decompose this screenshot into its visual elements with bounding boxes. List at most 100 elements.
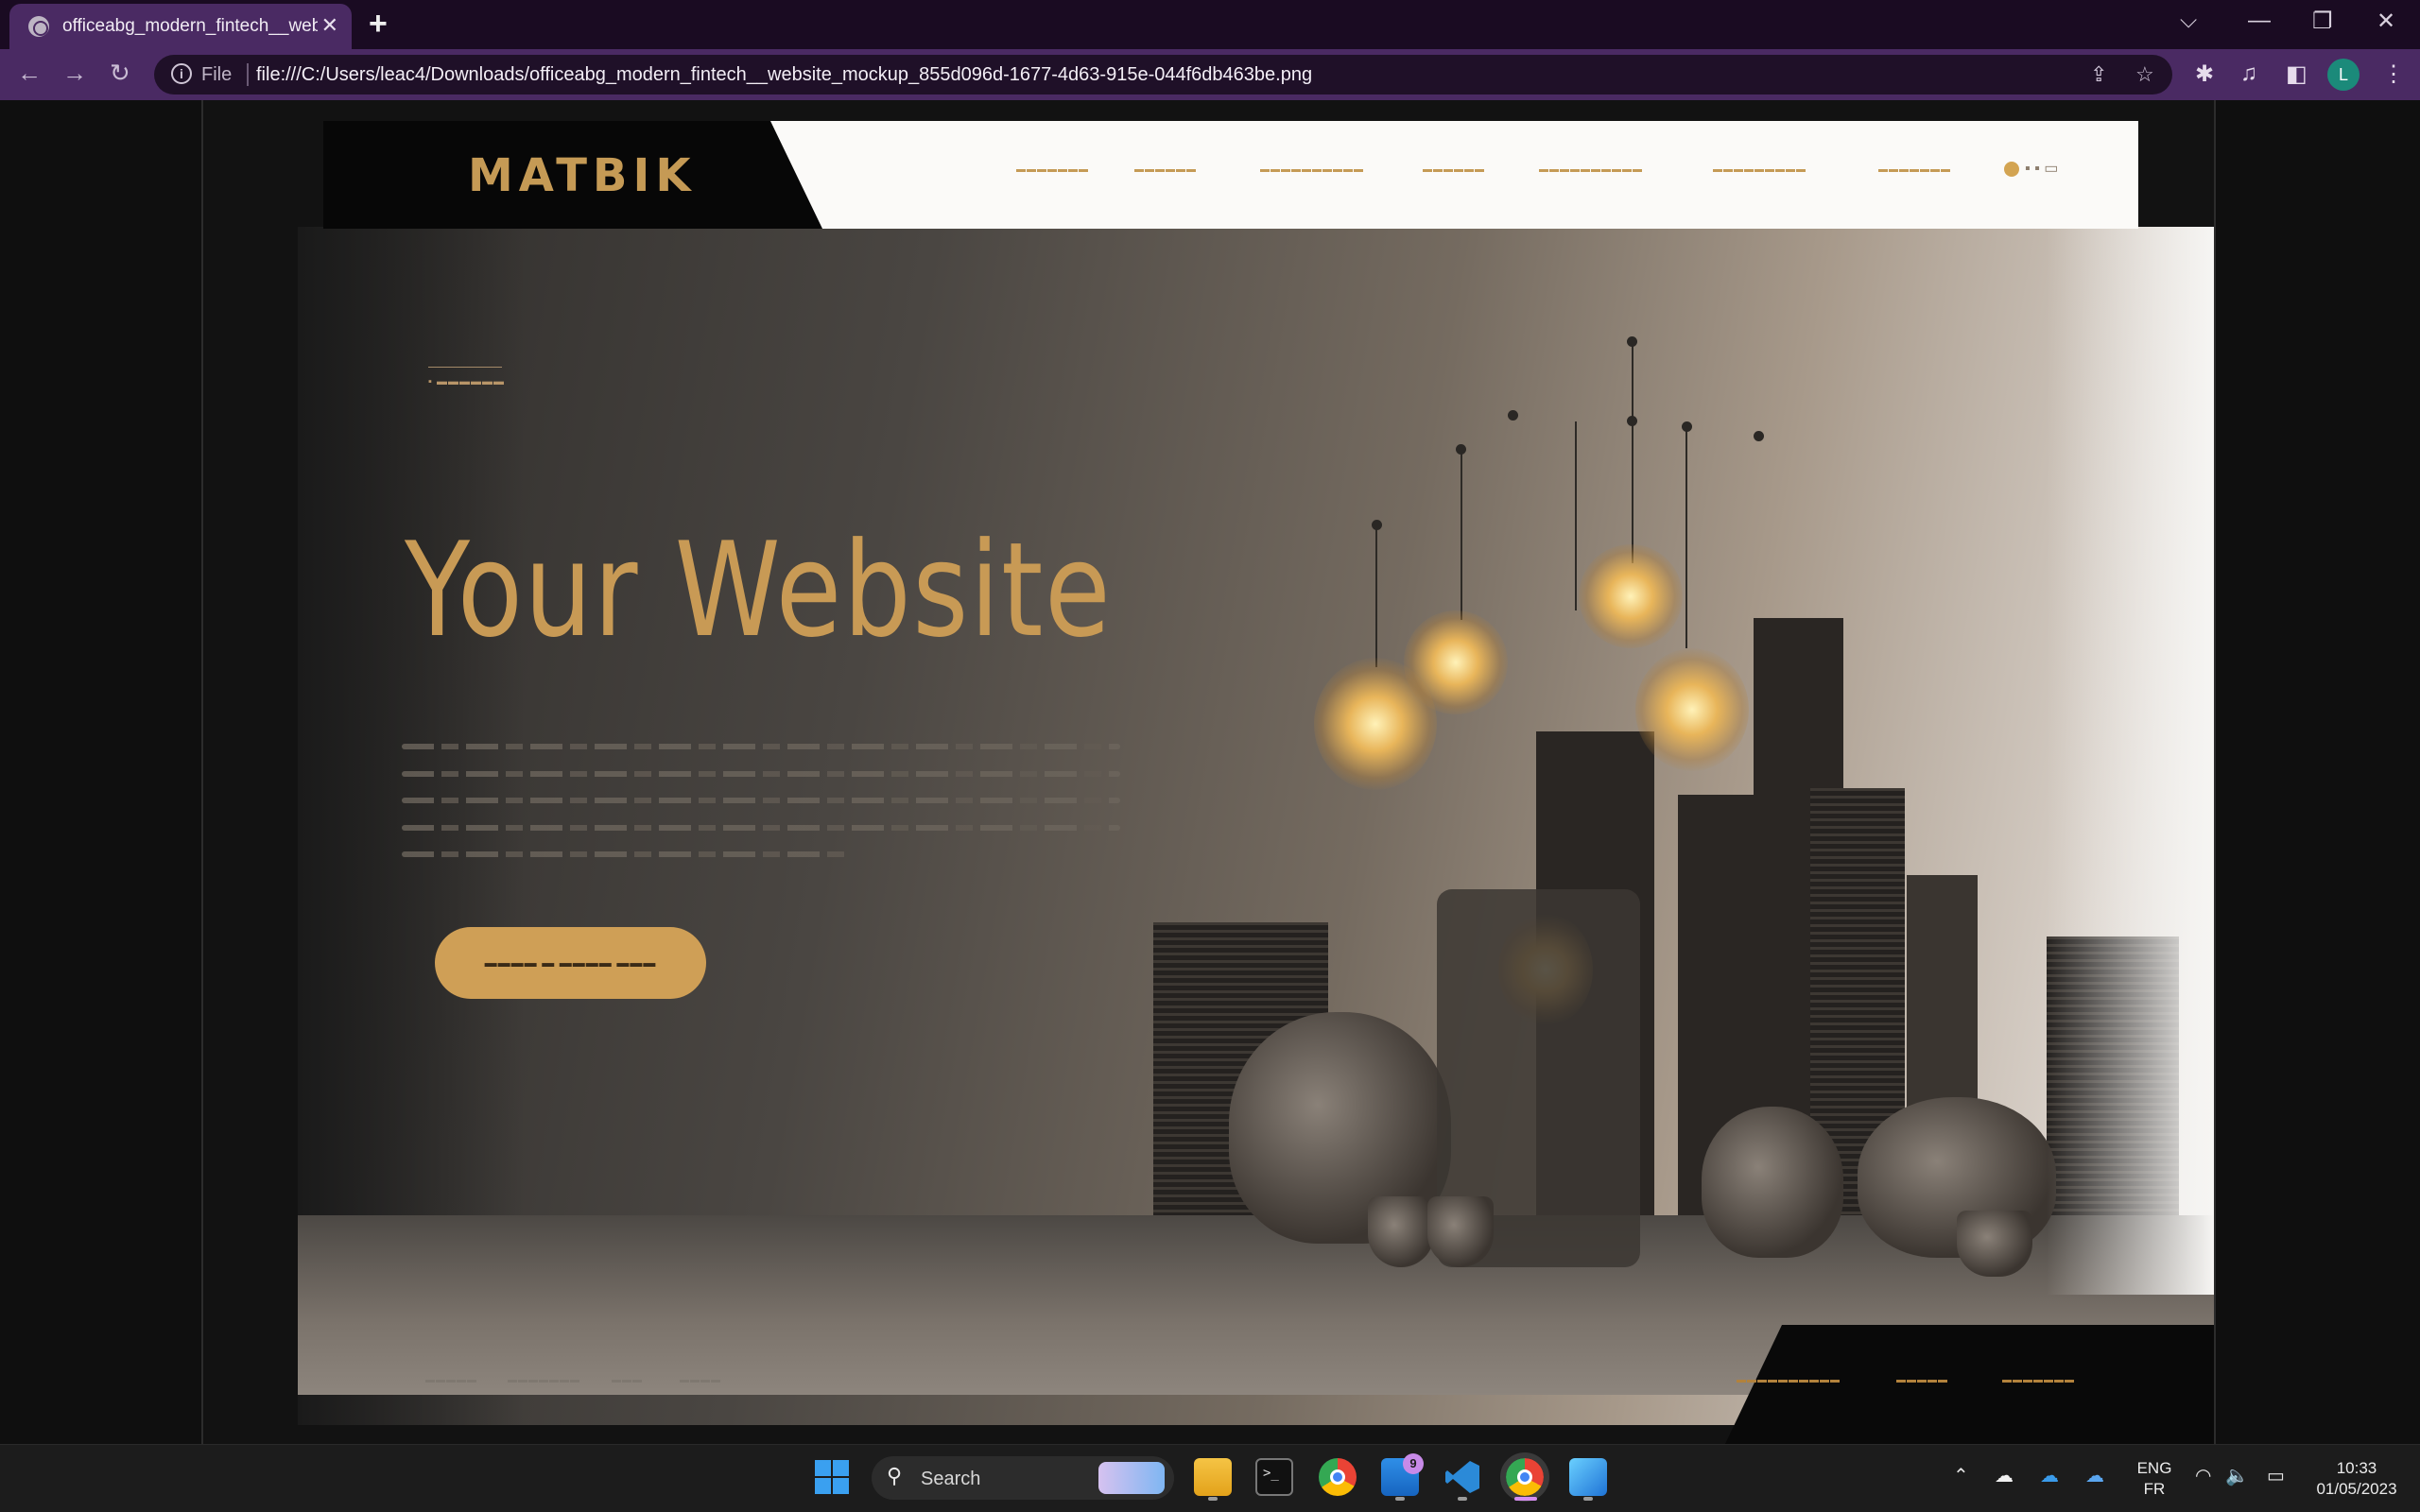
mockup-footer-link: ▬▬▬: [612, 1375, 643, 1385]
scheme-label: File: [201, 64, 233, 85]
lamp-node: [1456, 444, 1466, 455]
plant-pot: [1368, 1196, 1434, 1267]
taskbar-search-box[interactable]: ⚲ Search: [872, 1456, 1174, 1500]
close-window-button[interactable]: ✕: [2377, 8, 2395, 35]
mockup-footer-link: ▬▬▬▬: [680, 1375, 721, 1385]
chrome-profile-icon[interactable]: [1500, 1452, 1549, 1502]
mockup-nav-item: ▬▬▬▬▬▬▬▬▬: [1713, 164, 1806, 175]
lamp-node: [1754, 431, 1764, 441]
wifi-icon[interactable]: ◠: [2195, 1464, 2211, 1487]
mockup-nav-item: ▬▬▬▬▬▬: [1134, 164, 1197, 175]
mockup-footer-link: ▬▬▬▬▬▬▬: [2002, 1375, 2075, 1385]
mail-badge: 9: [1403, 1453, 1424, 1474]
url-text[interactable]: file:///C:/Users/leac4/Downloads/officea…: [256, 64, 1312, 86]
hero-right-fade: [2047, 227, 2214, 1295]
running-indicator: [1208, 1497, 1218, 1501]
cup: [1957, 1211, 2032, 1277]
website-mockup-image: MATBIK ▬▬▬▬▬▬▬ ▬▬▬▬▬▬ ▬▬▬▬▬▬▬▬▬▬ ▬▬▬▬▬▬ …: [203, 100, 2214, 1444]
lamp-node: [1627, 336, 1637, 347]
mockup-nav-item: ▬▬▬▬▬▬▬: [1016, 164, 1089, 175]
volume-icon[interactable]: 🔈: [2225, 1464, 2249, 1487]
lamp-cord: [1685, 431, 1687, 648]
lamp-cord: [1375, 525, 1377, 667]
photos-icon[interactable]: [1569, 1458, 1607, 1496]
glass-jar: [1702, 1107, 1843, 1258]
bookmark-star-icon[interactable]: ☆: [2135, 62, 2154, 87]
back-icon[interactable]: ←: [17, 59, 42, 88]
lamp-cord: [1461, 450, 1462, 620]
battery-icon[interactable]: ▭: [2267, 1464, 2285, 1487]
image-viewer: MATBIK ▬▬▬▬▬▬▬ ▬▬▬▬▬▬ ▬▬▬▬▬▬▬▬▬▬ ▬▬▬▬▬▬ …: [0, 100, 2420, 1444]
onedrive-sync-icon[interactable]: ☁: [2085, 1464, 2104, 1487]
mockup-body-text-line: [402, 825, 1120, 831]
running-indicator: [1583, 1497, 1593, 1501]
pendant-lamp: [1404, 610, 1508, 714]
new-tab-button[interactable]: +: [369, 6, 388, 43]
mockup-footer-link: ▬▬▬▬▬▬▬▬▬▬: [1737, 1375, 1841, 1385]
mockup-nav-item: ▬▬▬▬▬▬▬▬▬▬: [1539, 164, 1643, 175]
mockup-nav-item: ▬▬▬▬▬▬▬▬▬▬: [1260, 164, 1364, 175]
taskbar: ⚲ Search >_ ⌃ ☁ ☁ ☁ ENG FR ◠ 🔈 ▭ 10:33 0…: [0, 1444, 2420, 1512]
tab-search-icon[interactable]: ⌵: [2180, 8, 2197, 34]
browser-tab[interactable]: officeabg_modern_fintech__website_mockup…: [9, 4, 352, 49]
lamp-node: [1627, 416, 1637, 426]
active-indicator: [1514, 1497, 1537, 1501]
mockup-body-text-line: [402, 851, 846, 857]
clock[interactable]: 10:33 01/05/2023: [2305, 1458, 2409, 1500]
lamp-cord: [1632, 421, 1634, 563]
mockup-footer-link: ▬▬▬▬▬: [1896, 1375, 1948, 1385]
mockup-brand-logo: MATBIK: [468, 149, 697, 202]
restore-button[interactable]: ❐: [2312, 8, 2333, 35]
tray-chevron-icon[interactable]: ⌃: [1953, 1464, 1969, 1487]
lamp-cord: [1575, 421, 1577, 610]
folder-icon[interactable]: [1194, 1458, 1232, 1496]
clock-date: 01/05/2023: [2316, 1480, 2397, 1498]
mockup-eyebrow-line: [428, 367, 502, 368]
running-indicator: [1395, 1497, 1405, 1501]
omnibox-divider: [247, 63, 249, 86]
running-indicator: [1458, 1497, 1467, 1501]
search-icon: ⚲: [887, 1464, 903, 1487]
cloud-icon[interactable]: ☁: [1995, 1464, 2014, 1487]
viewer-edge-right: [2214, 100, 2216, 1444]
mockup-footer-link: ▬▬▬▬▬: [425, 1375, 477, 1385]
mockup-eyebrow-text: ▪ ▬▬▬▬▬▬: [428, 376, 505, 387]
mockup-cta-button: ▬▬▬▬ ▬ ▬▬▬▬ ▬▬▬: [435, 927, 706, 999]
mockup-body-text-line: [402, 771, 1120, 777]
share-icon[interactable]: ⇪: [2090, 62, 2107, 87]
mockup-nav-item: ▬▬▬▬▬▬▬: [1878, 164, 1951, 175]
reload-icon[interactable]: ↻: [110, 59, 130, 88]
mockup-body-text-line: [402, 744, 1120, 749]
minimize-button[interactable]: —: [2248, 8, 2271, 34]
language-line1: ENG: [2136, 1459, 2172, 1477]
side-panel-icon[interactable]: ◧: [2286, 60, 2308, 88]
mockup-dot-icon: [2004, 161, 2019, 177]
search-highlight-icon: [1098, 1462, 1165, 1494]
lamp-node: [1372, 520, 1382, 530]
browser-toolbar: ← → ↻ i File file:///C:/Users/leac4/Down…: [0, 49, 2420, 100]
search-label: Search: [921, 1469, 981, 1489]
mockup-hero-title: Your Website: [405, 514, 1113, 666]
onedrive-icon[interactable]: ☁: [2040, 1464, 2059, 1487]
profile-avatar[interactable]: L: [2327, 59, 2360, 91]
language-line2: FR: [2143, 1480, 2166, 1498]
language-indicator[interactable]: ENG FR: [2131, 1458, 2178, 1500]
lamp-node: [1508, 410, 1518, 421]
forward-icon[interactable]: →: [62, 59, 87, 88]
vscode-icon[interactable]: [1443, 1458, 1481, 1496]
mockup-nav-icons: ▪ ▪ ▭: [2004, 159, 2058, 178]
menu-icon[interactable]: ⋮: [2382, 60, 2405, 88]
windows-start-icon[interactable]: [813, 1458, 851, 1496]
globe-icon: [28, 16, 49, 37]
media-control-icon[interactable]: ♫: [2240, 60, 2257, 87]
extensions-icon[interactable]: ✱: [2195, 60, 2214, 88]
mockup-footer-link: ▬▬▬▬▬▬▬: [508, 1375, 580, 1385]
chrome-icon[interactable]: [1319, 1458, 1357, 1496]
mockup-header-nav-area: [770, 121, 2138, 229]
address-bar[interactable]: i File file:///C:/Users/leac4/Downloads/…: [154, 55, 2172, 94]
terminal-icon[interactable]: >_: [1255, 1458, 1293, 1496]
close-tab-icon[interactable]: ✕: [321, 13, 338, 38]
clock-time: 10:33: [2336, 1459, 2377, 1477]
plant-pot: [1427, 1196, 1494, 1267]
site-info-icon[interactable]: i: [171, 63, 192, 84]
